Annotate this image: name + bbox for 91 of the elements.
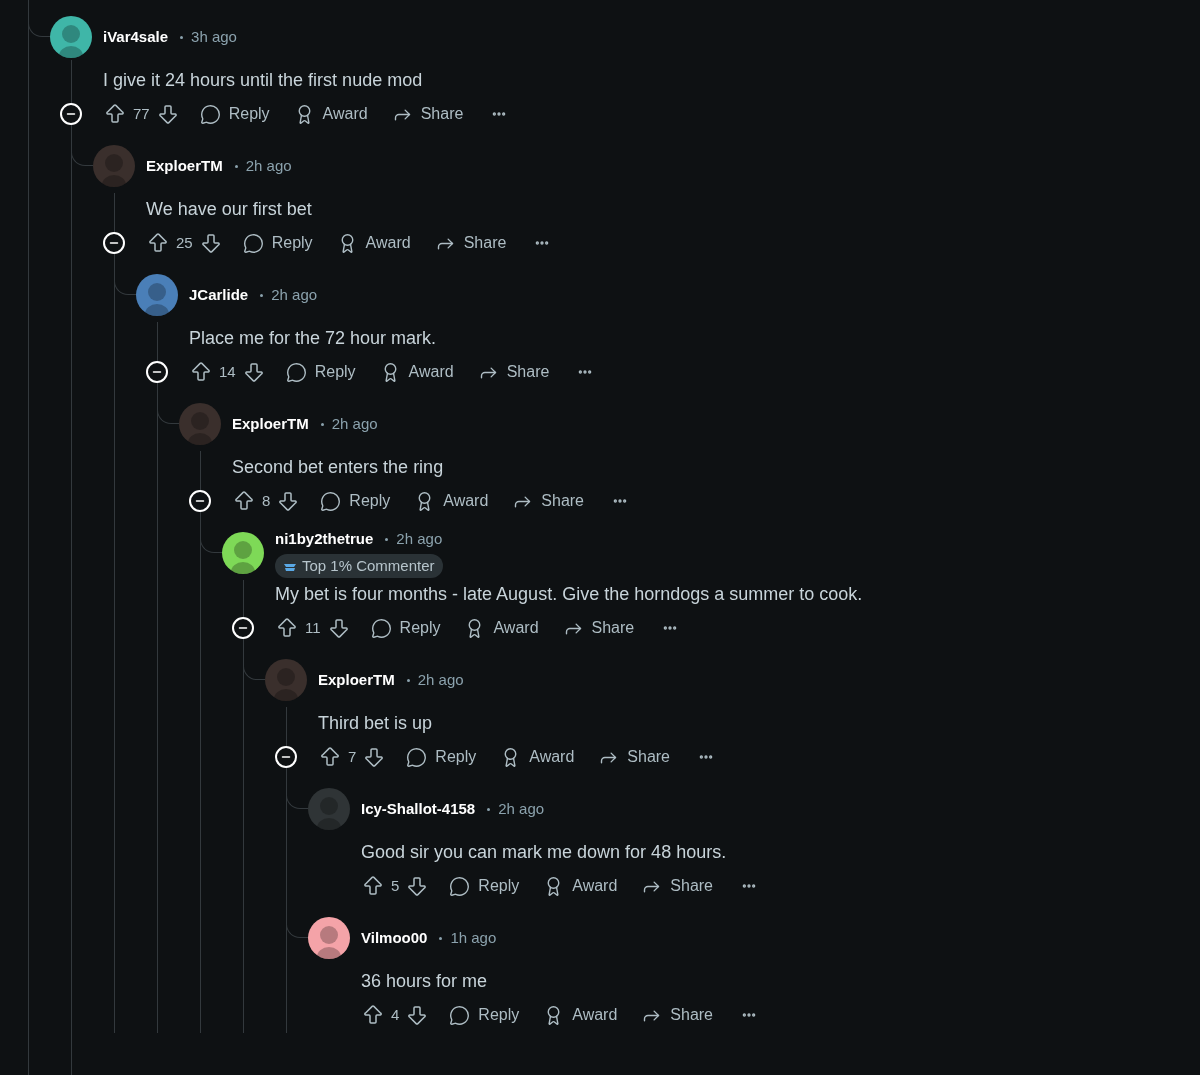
upvote-button[interactable] [318,745,342,769]
upvote-icon [361,1003,385,1027]
flair-badge: Top 1% Commenter [275,553,443,578]
award-button[interactable]: Award [414,489,489,513]
username[interactable]: Icy-Shallot-4158 [361,797,476,821]
award-button[interactable]: Award [336,231,411,255]
speech-bubble-icon [242,232,264,254]
reply-button[interactable]: Reply [449,874,520,898]
award-button[interactable]: Award [379,360,454,384]
collapse-button[interactable] [146,361,168,383]
share-button[interactable]: Share [641,874,713,898]
reply-button[interactable]: Reply [199,102,270,126]
award-button[interactable]: Award [464,616,539,640]
share-button[interactable]: Share [434,231,507,255]
speech-bubble-icon [320,490,342,512]
upvote-icon [103,102,127,126]
timestamp: 2h ago [331,413,378,434]
avatar[interactable] [136,274,178,316]
username[interactable]: iVar4sale [103,25,169,49]
upvote-icon [232,489,256,513]
collapse-button[interactable] [189,490,211,512]
comment-text: I give it 24 hours until the first nude mod [103,69,424,92]
vote-count: 5 [391,875,400,896]
vote-count: 14 [219,361,236,382]
username[interactable]: ExploerTM [232,412,309,436]
username[interactable]: ni1by2thetrue [275,528,374,551]
reply-button[interactable]: Reply [370,616,441,640]
timestamp: 3h ago [191,26,237,47]
comment-text: Third bet is up [318,712,434,735]
avatar[interactable] [308,917,350,959]
timestamp: 2h ago [498,798,545,819]
comment-text: Good sir you can mark me down for 48 hours. [361,841,728,864]
reply-button[interactable]: Reply [449,1003,520,1027]
upvote-icon [318,745,342,769]
upvote-button[interactable] [361,1003,385,1027]
vote-count: 11 [305,617,321,638]
speech-bubble-icon [449,1004,471,1026]
vote-count: 8 [262,490,271,511]
share-button[interactable]: Share [598,745,670,769]
comment-text: Second bet enters the ring [232,456,445,479]
vote-count: 4 [391,1004,400,1025]
avatar[interactable] [50,16,92,58]
upvote-button[interactable] [103,102,127,126]
upvote-button[interactable] [361,874,385,898]
vote-count: 25 [176,232,193,253]
avatar[interactable] [222,532,264,574]
vote-count: 7 [348,746,357,767]
share-button[interactable]: Share [562,616,635,640]
username[interactable]: ExploerTM [146,154,223,178]
reply-button[interactable]: Reply [320,489,391,513]
username[interactable]: JCarlide [189,283,249,307]
timestamp: 2h ago [396,529,443,549]
reply-button[interactable]: Reply [242,231,313,255]
vote-count: 77 [133,103,150,124]
award-button[interactable]: Award [293,102,368,126]
share-button[interactable]: Share [477,360,550,384]
upvote-icon [361,874,385,898]
upvote-button[interactable] [189,360,213,384]
speech-bubble-icon [285,361,307,383]
speech-bubble-icon [370,617,392,639]
upvote-icon [189,360,213,384]
award-button[interactable]: Award [543,874,618,898]
upvote-icon [275,616,299,640]
comment-text: 36 hours for me [361,970,489,993]
share-button[interactable]: Share [512,489,584,513]
collapse-button[interactable] [275,746,297,768]
share-button[interactable]: Share [391,102,464,126]
upvote-icon [146,231,170,255]
timestamp: 2h ago [271,284,318,305]
username[interactable]: ExploerTM [318,668,395,692]
award-button[interactable]: Award [500,745,575,769]
speech-bubble-icon [199,103,221,125]
award-button[interactable]: Award [543,1003,618,1027]
reply-button[interactable]: Reply [285,360,356,384]
timestamp: 2h ago [245,155,292,176]
collapse-button[interactable] [232,617,254,639]
upvote-button[interactable] [146,231,170,255]
collapse-button[interactable] [60,103,82,125]
reply-button[interactable]: Reply [406,745,477,769]
username[interactable]: Vilmoo00 [361,926,428,950]
comment-text: My bet is four months - late August. Give the horndogs a summer to cook. [275,583,864,606]
speech-bubble-icon [406,746,428,768]
collapse-button[interactable] [103,232,125,254]
comment-text: Place me for the 72 hour mark. [189,327,438,350]
timestamp: 2h ago [417,669,464,690]
share-button[interactable]: Share [641,1003,713,1027]
upvote-button[interactable] [232,489,256,513]
upvote-button[interactable] [275,616,299,640]
comment-text: We have our first bet [146,198,313,221]
timestamp: 1h ago [450,927,497,948]
speech-bubble-icon [449,875,471,897]
